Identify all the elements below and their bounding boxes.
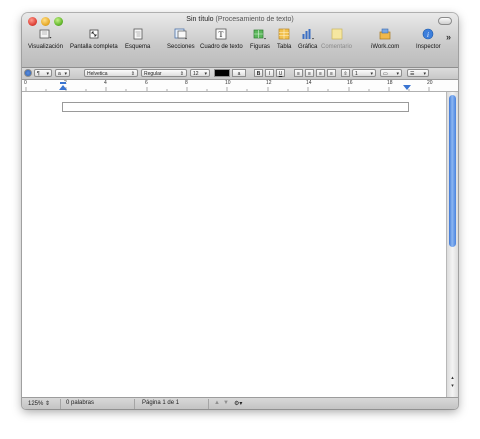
word-count: 0 palabras (66, 400, 95, 406)
next-page-button[interactable]: ▼ (223, 400, 229, 406)
line-spacing-icon[interactable]: ⇳ (341, 69, 350, 77)
info-icon: i (421, 28, 435, 40)
inspector-label: Inspector (416, 44, 441, 50)
highlight-color-well[interactable]: a (232, 69, 246, 77)
columns-value: ▭ (383, 71, 388, 77)
align-right-button[interactable]: ≡ (316, 69, 325, 77)
font-style-value: Regular (144, 71, 162, 77)
status-divider (60, 399, 61, 409)
toolbar-toggle-button[interactable] (438, 17, 452, 25)
fullscreen-label: Pantalla completa (70, 44, 118, 50)
styles-drawer-button[interactable] (24, 69, 32, 77)
fullscreen-icon (87, 28, 101, 40)
text-insertion-area[interactable] (62, 102, 409, 112)
view-label: Visualización (28, 44, 63, 50)
scrollbar-thumb[interactable] (449, 95, 456, 247)
iwork-share-icon (378, 28, 392, 40)
text-box-button[interactable]: T Cuadro de texto (200, 28, 243, 50)
status-divider (208, 399, 209, 409)
page-indicator: Página 1 de 1 (142, 400, 180, 406)
underline-button[interactable]: U (276, 69, 285, 77)
ruler-ticks (25, 87, 430, 91)
justify-button[interactable]: ≡ (327, 69, 336, 77)
bold-button[interactable]: B (254, 69, 263, 77)
table-icon (277, 28, 291, 40)
sections-button[interactable]: Secciones (167, 28, 195, 50)
chart-button[interactable]: Gráfica (298, 28, 317, 50)
status-bar: 125% ⇕ 0 palabras Página 1 de 1 ▲ ▼ ⚙▾ (22, 397, 458, 409)
text-color-well[interactable] (214, 69, 230, 77)
sections-icon (174, 28, 188, 40)
table-button[interactable]: Tabla (277, 28, 291, 50)
line-spacing-popup[interactable]: 1 ▾ (352, 69, 376, 77)
line-spacing-value: 1 (355, 71, 358, 77)
chart-label: Gráfica (298, 44, 318, 50)
shapes-button[interactable]: Figuras (250, 28, 270, 50)
outline-label: Esquema (125, 44, 151, 50)
zoom-value: 125% (28, 401, 44, 407)
view-button[interactable]: Visualización (28, 28, 63, 50)
document-canvas[interactable] (22, 92, 446, 397)
horizontal-ruler[interactable]: 0 2 4 6 8 10 12 14 16 18 20 (22, 80, 458, 92)
character-style-value: a (58, 71, 61, 77)
list-icon: ☰ (410, 71, 415, 77)
document-name: Sin título (186, 16, 214, 23)
comment-button[interactable]: Comentario (321, 28, 352, 50)
title-toolbar: Sin título (Procesamiento de texto) Visu… (22, 13, 458, 68)
font-style-popup[interactable]: Regular ⇕ (141, 69, 187, 77)
vertical-scrollbar[interactable]: ▴ ▾ (446, 92, 458, 397)
inspector-button[interactable]: i Inspector (416, 28, 441, 50)
fullscreen-button[interactable]: Pantalla completa (70, 28, 118, 50)
outline-icon (131, 28, 145, 40)
document-type: (Procesamiento de texto) (215, 16, 294, 23)
scroll-down-arrow[interactable]: ▾ (449, 383, 456, 390)
shapes-label: Figuras (250, 44, 271, 50)
font-family-popup[interactable]: Helvetica ⇕ (84, 69, 138, 77)
sections-label: Secciones (167, 44, 195, 50)
paragraph-style-popup[interactable]: ¶ ▾ (34, 69, 52, 77)
right-indent-marker[interactable] (402, 82, 412, 91)
align-center-button[interactable]: ≡ (305, 69, 314, 77)
chart-icon (301, 28, 315, 40)
window-title: Sin título (Procesamiento de texto) (22, 16, 458, 23)
outline-button[interactable]: Esquema (125, 28, 150, 50)
character-style-popup[interactable]: a ▾ (55, 69, 70, 77)
shapes-icon (253, 28, 267, 40)
svg-text:i: i (427, 31, 429, 39)
text-box-icon: T (214, 28, 228, 40)
gear-icon[interactable]: ⚙▾ (234, 400, 242, 407)
font-size-field[interactable]: 12 ▾ (190, 69, 210, 77)
iwork-share-label: iWork.com (371, 44, 400, 50)
view-icon (38, 28, 52, 40)
columns-popup[interactable]: ▭ ▾ (380, 69, 402, 77)
toolbar-overflow-button[interactable]: » (446, 32, 451, 42)
text-box-label: Cuadro de texto (200, 44, 243, 50)
comment-label: Comentario (321, 44, 353, 50)
comment-icon (330, 28, 344, 40)
status-divider (134, 399, 135, 409)
app-window: Sin título (Procesamiento de texto) Visu… (22, 13, 458, 409)
align-left-button[interactable]: ≡ (294, 69, 303, 77)
list-style-popup[interactable]: ☰ ▾ (407, 69, 429, 77)
previous-page-button[interactable]: ▲ (214, 400, 220, 406)
svg-text:T: T (219, 30, 224, 39)
font-size-value: 12 (193, 71, 199, 77)
zoom-popup[interactable]: 125% ⇕ (28, 400, 50, 407)
font-family-value: Helvetica (87, 71, 108, 77)
italic-button[interactable]: I (265, 69, 274, 77)
left-indent-marker[interactable] (58, 82, 68, 91)
scroll-up-arrow[interactable]: ▴ (449, 375, 456, 382)
format-bar: ¶ ▾ a ▾ Helvetica ⇕ Regular ⇕ 12 ▾ a B I U ≡ … (22, 68, 458, 80)
table-label: Tabla (277, 44, 292, 50)
iwork-share-button[interactable]: iWork.com (371, 28, 399, 50)
